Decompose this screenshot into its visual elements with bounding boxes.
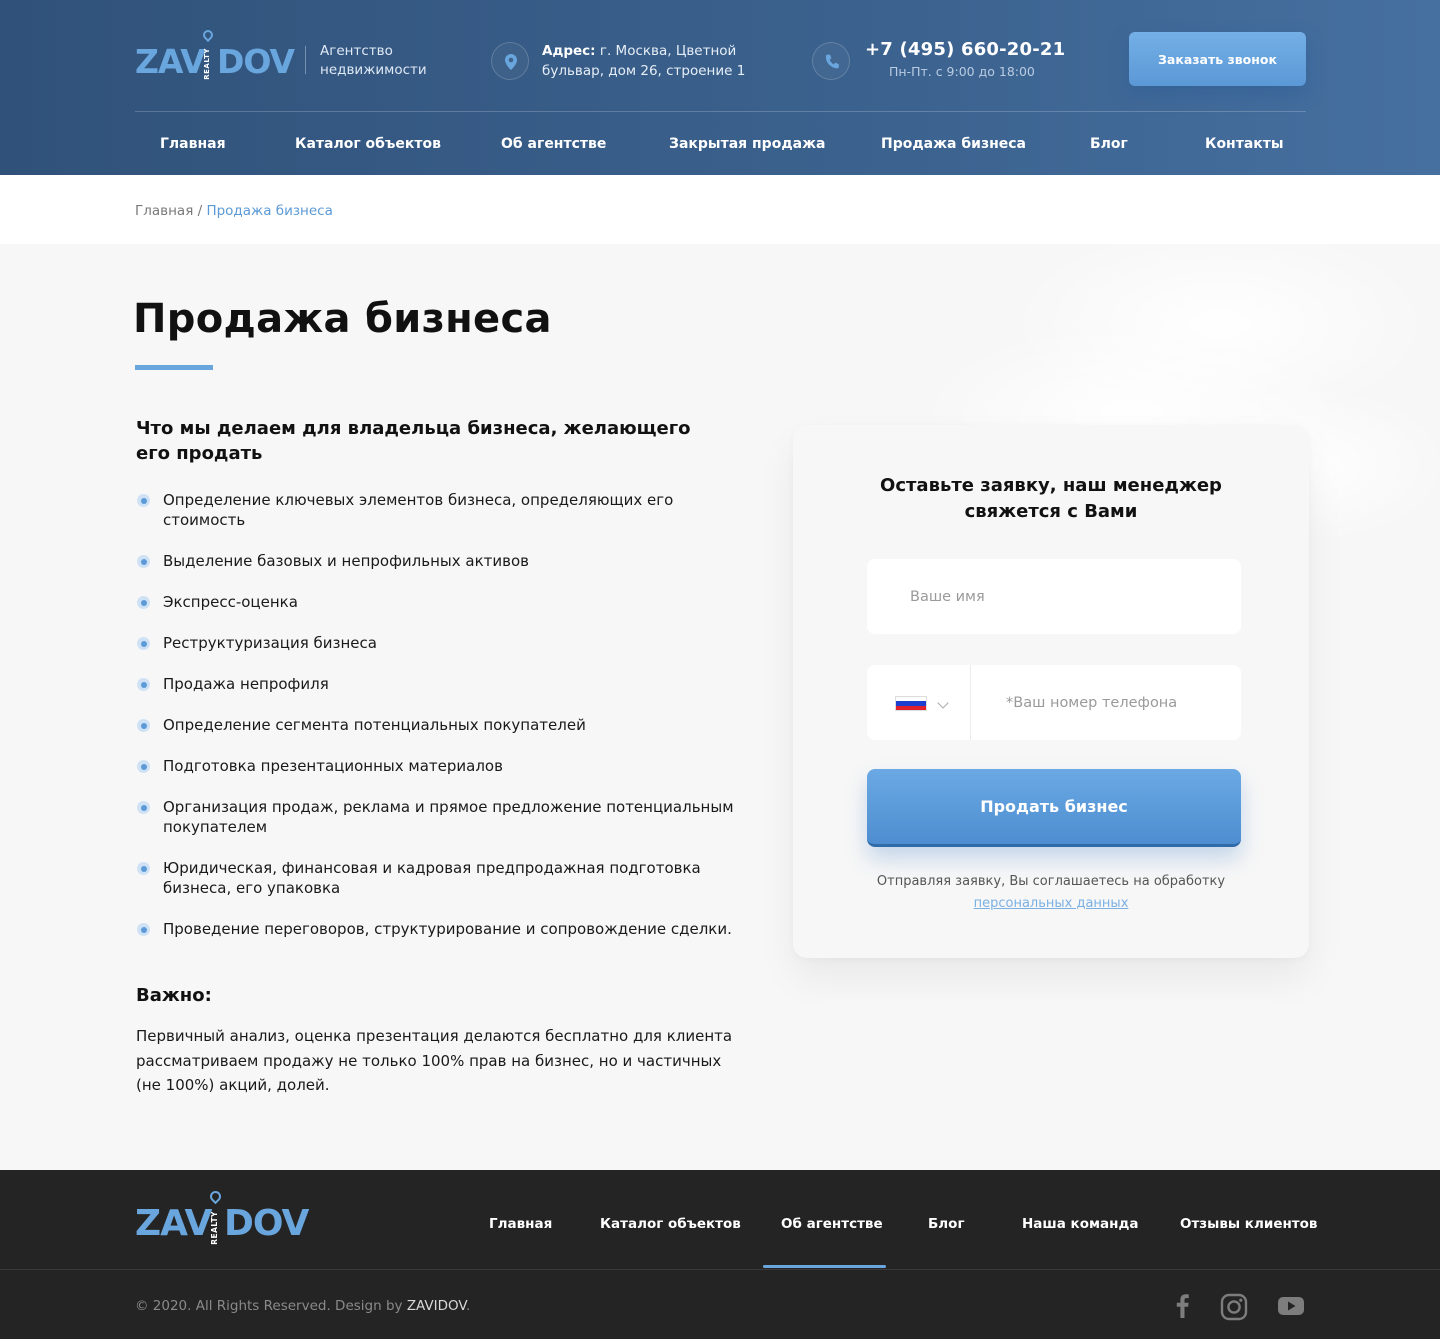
nav-item-catalog[interactable]: Каталог объектов [295, 136, 441, 152]
bullet-icon [137, 719, 150, 732]
logo-pin-icon [200, 27, 216, 43]
bullet-icon [137, 678, 150, 691]
bullet-icon [137, 555, 150, 568]
logo-divider [305, 46, 306, 74]
list-item: Реструктуризация бизнеса [136, 633, 746, 653]
footer-divider [0, 1269, 1440, 1270]
nav-item-blog[interactable]: Блог [1090, 136, 1128, 152]
nav-item-home[interactable]: Главная [160, 136, 226, 152]
footer-nav-blog[interactable]: Блог [928, 1216, 965, 1232]
address: Адрес: г. Москва, Цветной бульвар, дом 2… [542, 41, 762, 81]
breadcrumb: Главная / Продажа бизнеса [135, 203, 333, 219]
nav-item-closed-sale[interactable]: Закрытая продажа [669, 136, 825, 152]
list-item: Проведение переговоров, структурирование… [136, 919, 746, 939]
nav-item-about[interactable]: Об агентстве [501, 136, 606, 152]
tagline: Агентство недвижимости [320, 43, 427, 78]
address-label: Адрес: [542, 43, 596, 59]
list-item: Выделение базовых и непрофильных активов [136, 551, 746, 571]
section-subtitle: Что мы делаем для владельца бизнеса, жел… [136, 418, 691, 464]
bullet-icon [137, 923, 150, 936]
list-item: Юридическая, финансовая и кадровая предп… [136, 858, 746, 898]
list-item: Определение ключевых элементов бизнеса, … [136, 490, 746, 530]
bullet-icon [137, 760, 150, 773]
bullet-icon [137, 494, 150, 507]
phone-icon [812, 42, 850, 80]
copyright: © 2020. All Rights Reserved. Design by Z… [135, 1298, 471, 1314]
site-footer: ZAV REALTY DOV Главная Каталог объектов … [0, 1170, 1440, 1339]
breadcrumb-separator: / [193, 203, 207, 219]
youtube-icon[interactable] [1277, 1293, 1305, 1319]
bullet-icon [137, 801, 150, 814]
page-title: Продажа бизнеса [133, 296, 552, 342]
chevron-down-icon [937, 697, 949, 709]
instagram-icon[interactable] [1220, 1293, 1248, 1321]
callback-button[interactable]: Заказать звонок [1129, 32, 1306, 86]
bullet-icon [137, 596, 150, 609]
footer-nav-home[interactable]: Главная [489, 1216, 552, 1232]
logo[interactable]: ZAV REALTY DOV [135, 27, 295, 84]
consent-text: Отправляя заявку, Вы соглашаетесь на обр… [876, 874, 1226, 911]
breadcrumb-bar: Главная / Продажа бизнеса [0, 175, 1440, 244]
footer-logo[interactable]: ZAV REALTY DOV [135, 1188, 315, 1245]
request-form: Оставьте заявку, наш менеджер свяжется с… [793, 425, 1309, 958]
nav-item-contacts[interactable]: Контакты [1205, 136, 1284, 152]
list-item: Определение сегмента потенциальных покуп… [136, 715, 746, 735]
logo-word-right: DOV [224, 1203, 309, 1244]
footer-nav-about[interactable]: Об агентстве [781, 1216, 883, 1232]
list-item: Подготовка презентационных материалов [136, 756, 746, 776]
logo-realty: REALTY [203, 48, 211, 80]
bullet-icon [137, 637, 150, 650]
title-underline [135, 365, 213, 370]
breadcrumb-home[interactable]: Главная [135, 203, 193, 219]
breadcrumb-current: Продажа бизнеса [206, 203, 333, 219]
location-icon [491, 42, 529, 80]
list-item: Организация продаж, реклама и прямое пре… [136, 797, 746, 837]
sell-business-button[interactable]: Продать бизнес [867, 769, 1241, 847]
footer-nav-active-indicator [763, 1265, 886, 1268]
logo-pin-icon [207, 1188, 224, 1205]
main-content: Продажа бизнеса Что мы делаем для владел… [0, 244, 1440, 1170]
main-nav: Главная Каталог объектов Об агентстве За… [135, 111, 1306, 175]
working-hours: Пн-Пт. с 9:00 до 18:00 [889, 64, 1035, 79]
nav-item-business-sale[interactable]: Продажа бизнеса [881, 136, 1026, 152]
list-item: Продажа непрофиля [136, 674, 746, 694]
country-select[interactable] [867, 665, 971, 740]
bullet-icon [137, 862, 150, 875]
name-input[interactable] [867, 559, 1241, 634]
logo-word-right: DOV [217, 42, 295, 81]
form-title: Оставьте заявку, наш менеджер свяжется с… [880, 475, 1222, 522]
header-phone[interactable]: +7 (495) 660-20-21 [865, 39, 1065, 60]
important-text: Первичный анализ, оценка презентация дел… [136, 1027, 733, 1094]
footer-nav-team[interactable]: Наша команда [1022, 1216, 1138, 1232]
logo-realty: REALTY [210, 1211, 219, 1245]
important-title: Важно: [136, 985, 212, 1006]
personal-data-link[interactable]: персональных данных [974, 896, 1129, 911]
logo-word-left: ZAV [135, 42, 206, 81]
services-list: Определение ключевых элементов бизнеса, … [136, 490, 746, 939]
phone-input[interactable] [972, 665, 1240, 740]
phone-field-wrapper [867, 665, 1241, 740]
name-field-wrapper [867, 559, 1241, 634]
facebook-icon[interactable] [1172, 1293, 1192, 1319]
list-item: Экспресс-оценка [136, 592, 746, 612]
russia-flag-icon [895, 696, 927, 711]
logo-word-left: ZAV [135, 1203, 212, 1244]
site-header: ZAV REALTY DOV Агентство недвижимости Ад… [0, 0, 1440, 175]
footer-nav-reviews[interactable]: Отзывы клиентов [1180, 1216, 1317, 1232]
footer-nav-catalog[interactable]: Каталог объектов [600, 1216, 741, 1232]
